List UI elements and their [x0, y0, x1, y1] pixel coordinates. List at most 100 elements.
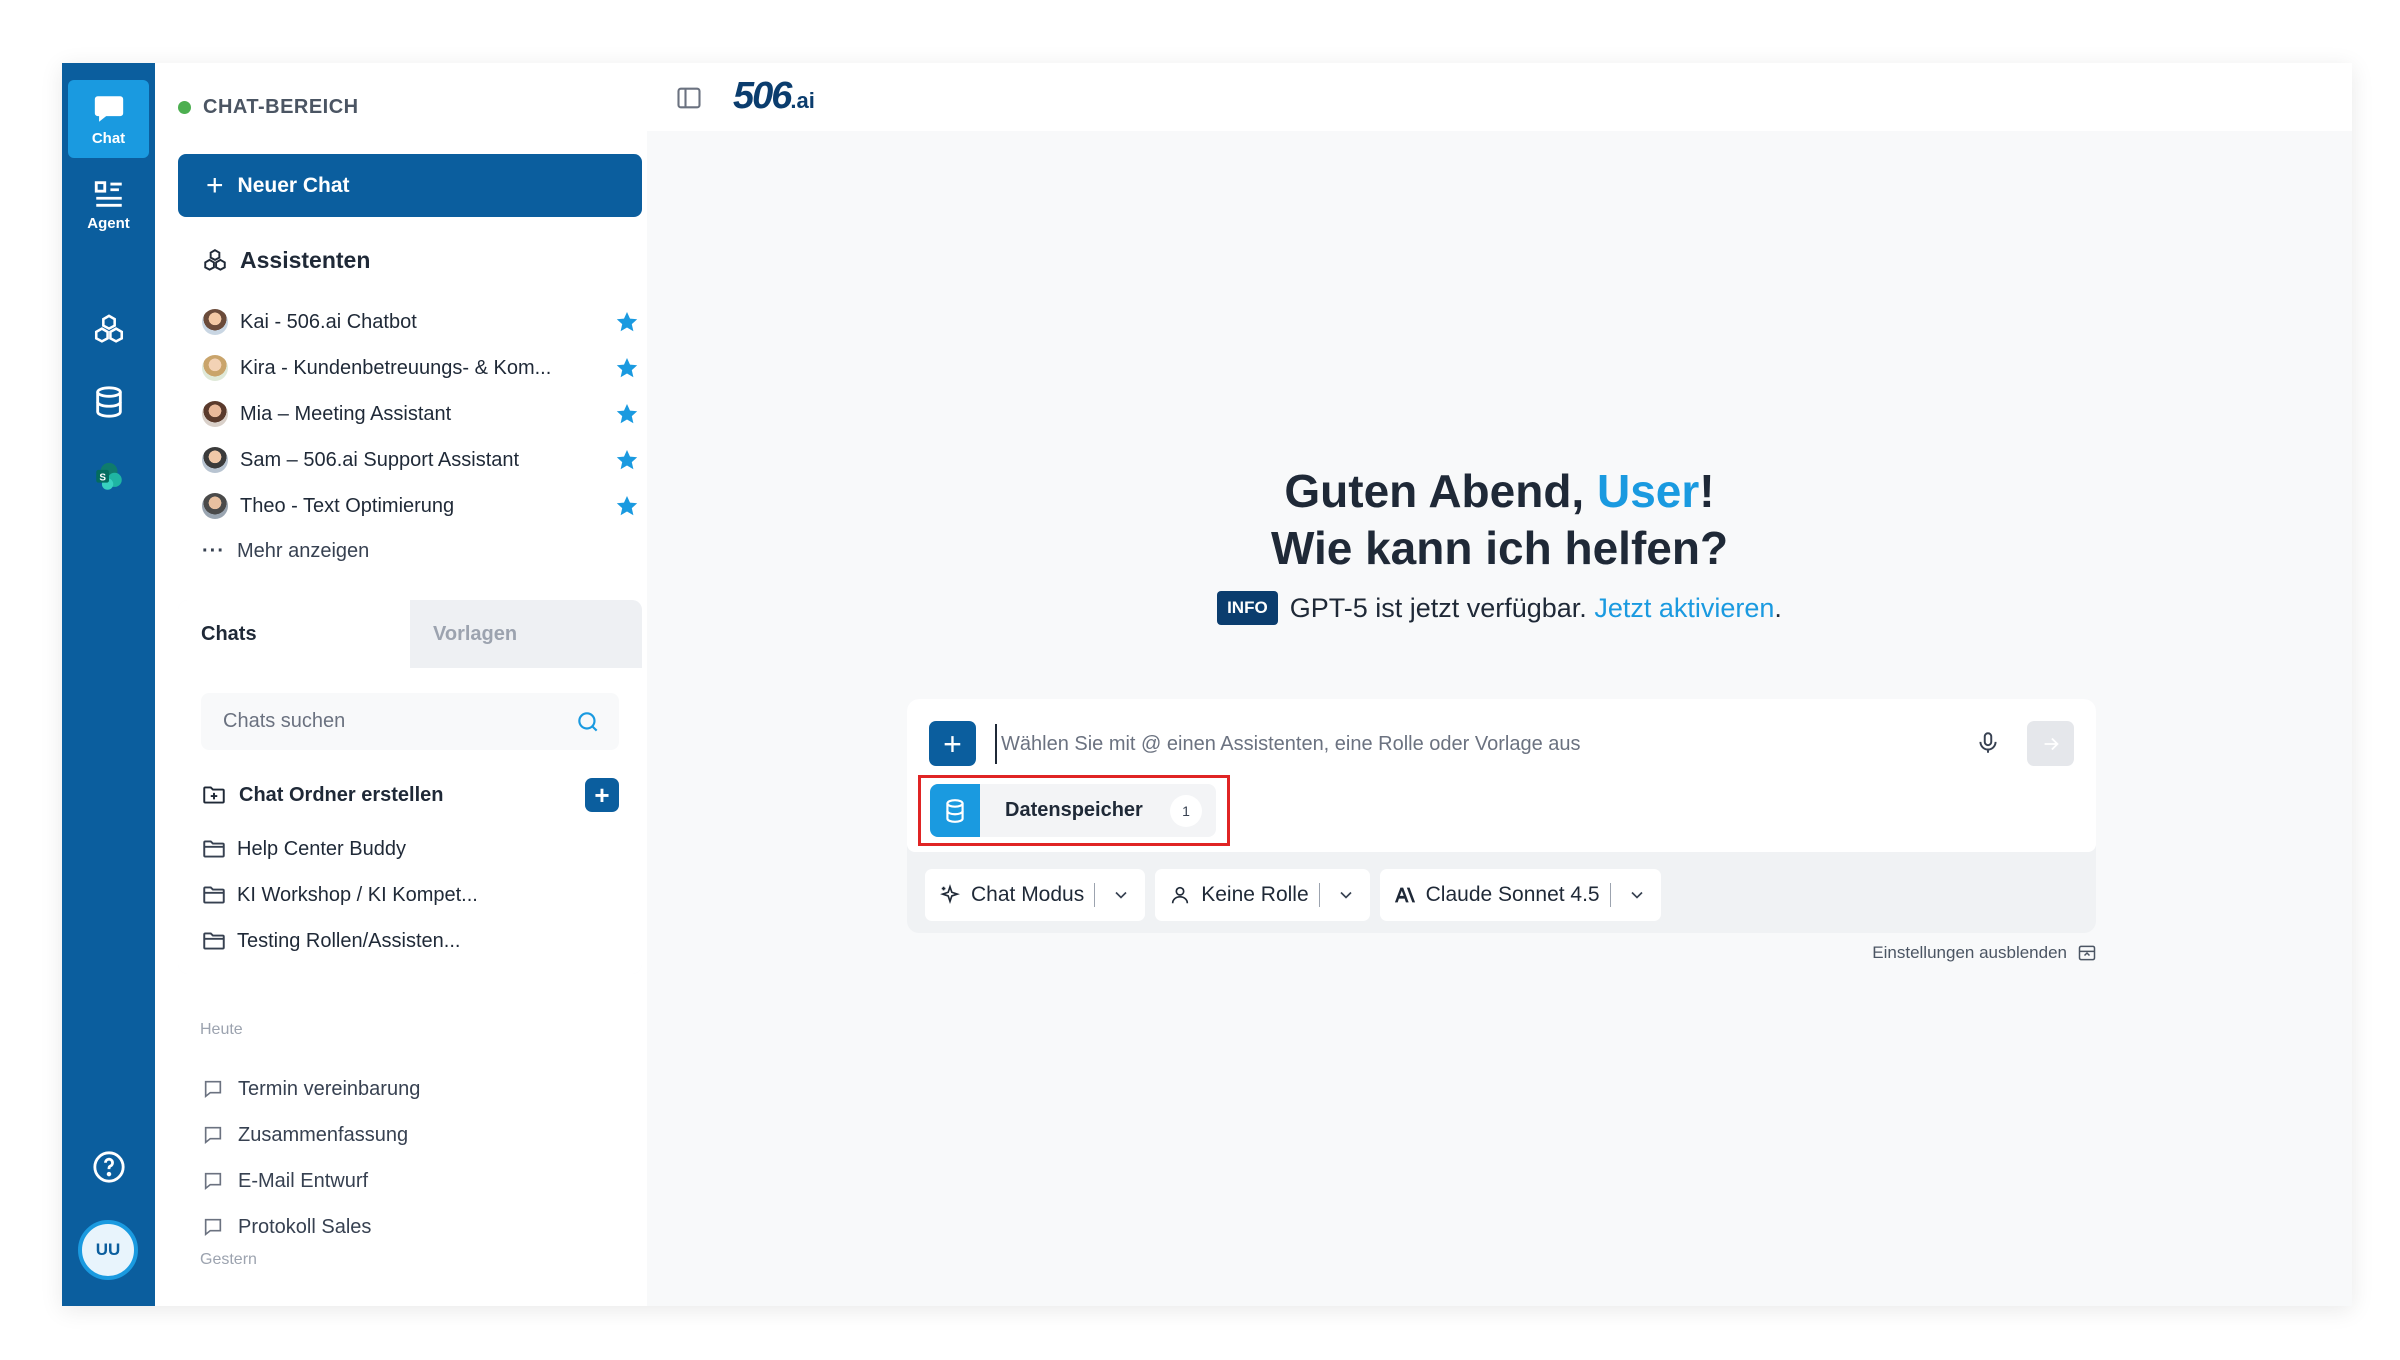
hide-settings-button[interactable]: Einstellungen ausblenden	[1868, 943, 2097, 963]
show-more-label: Mehr anzeigen	[236, 539, 370, 562]
chat-mode-label: Chat Modus	[971, 883, 1085, 906]
agent-list-icon	[94, 180, 122, 207]
tab-vorlagen[interactable]: Vorlagen	[410, 600, 642, 668]
role-select[interactable]: Keine Rolle	[1155, 869, 1370, 921]
chat-history-item[interactable]: Termin vereinbarung	[202, 1066, 622, 1112]
greeting-suffix: !	[1699, 465, 1715, 517]
star-icon[interactable]	[615, 356, 639, 380]
info-text: GPT-5 ist jetzt verfügbar. Jetzt aktivie…	[1290, 593, 1782, 624]
brand-logo: 506.ai	[733, 75, 815, 118]
greeting-prefix: Guten Abend,	[1284, 465, 1597, 517]
chat-tabs: Chats Vorlagen	[178, 600, 642, 668]
sidebar-toggle-icon[interactable]	[675, 84, 703, 112]
rail-help-button[interactable]	[68, 1128, 149, 1206]
message-icon	[204, 1126, 222, 1145]
icon-rail: Chat Agent S UU	[62, 63, 155, 1306]
search-input[interactable]	[223, 710, 575, 733]
folder-name: Testing Rollen/Assisten...	[237, 929, 461, 952]
assistant-avatar	[202, 493, 228, 519]
folder-icon	[203, 886, 225, 904]
plus-icon: +	[206, 168, 224, 202]
star-icon[interactable]	[615, 310, 639, 334]
folder-item[interactable]: Testing Rollen/Assisten...	[201, 918, 619, 964]
folder-item[interactable]: KI Workshop / KI Kompet...	[201, 872, 619, 918]
divider	[1318, 883, 1320, 907]
chat-title: Zusammenfassung	[238, 1123, 409, 1146]
assistant-item[interactable]: Kai - 506.ai Chatbot	[202, 299, 639, 345]
cubes-icon	[204, 248, 226, 271]
database-icon	[946, 798, 964, 823]
assistant-avatar	[202, 447, 228, 473]
send-button[interactable]	[2027, 721, 2074, 766]
create-folder-row: Chat Ordner erstellen +	[201, 775, 619, 815]
message-icon	[204, 1218, 222, 1237]
new-chat-button[interactable]: + Neuer Chat	[178, 154, 642, 217]
assistant-item[interactable]: Kira - Kundenbetreuungs- & Kom...	[202, 345, 639, 391]
rail-chat-button[interactable]: Chat	[68, 80, 149, 158]
assistant-list: Kai - 506.ai Chatbot Kira - Kundenbetreu…	[202, 299, 639, 573]
chat-history-item[interactable]: Protokoll Sales	[202, 1204, 622, 1250]
assistant-item[interactable]: Mia – Meeting Assistant	[202, 391, 639, 437]
attach-plus-button[interactable]: +	[929, 721, 976, 766]
assistant-name: Kai - 506.ai Chatbot	[240, 310, 417, 333]
chats-panel: Chats Vorlagen Chat Ordner erstellen + H…	[178, 600, 642, 974]
star-icon[interactable]	[615, 494, 639, 518]
message-icon	[204, 1172, 222, 1191]
search-icon[interactable]	[575, 709, 601, 735]
rail-chat-label: Chat	[91, 129, 126, 147]
top-bar: 506.ai	[647, 63, 2352, 131]
hide-settings-label: Einstellungen ausblenden	[1872, 943, 2067, 962]
datastore-label: Datenspeicher	[1005, 799, 1143, 821]
greeting-line-2: Wie kann ich helfen?	[1270, 522, 1729, 574]
chat-history-today: Termin vereinbarung Zusammenfassung E-Ma…	[202, 1066, 622, 1250]
anthropic-icon	[1394, 887, 1415, 903]
logo-main: 506	[733, 75, 792, 117]
rail-sharepoint-button[interactable]: S	[68, 438, 149, 516]
sidebar-header: CHAT-BEREICH	[178, 96, 359, 119]
chat-bubble-icon	[94, 95, 123, 122]
message-input[interactable]	[995, 724, 1955, 764]
star-icon[interactable]	[615, 402, 639, 426]
assistant-avatar	[202, 309, 228, 335]
app-window: Chat Agent S UU CHAT-BEREICH + Neuer Cha…	[62, 63, 2352, 1306]
chat-history-item[interactable]: Zusammenfassung	[202, 1112, 622, 1158]
greeting-user: User	[1597, 465, 1700, 517]
svg-text:S: S	[99, 473, 106, 484]
microphone-icon[interactable]	[1975, 730, 2001, 756]
rail-assistants-button[interactable]	[68, 291, 149, 369]
chat-mode-select[interactable]: Chat Modus	[925, 869, 1146, 921]
panel-collapse-icon	[2078, 945, 2096, 961]
rail-agent-button[interactable]: Agent	[68, 165, 149, 243]
tab-chats[interactable]: Chats	[178, 600, 410, 668]
online-status-dot	[178, 101, 191, 114]
folder-item[interactable]: Help Center Buddy	[201, 826, 619, 872]
role-label: Keine Rolle	[1201, 883, 1309, 906]
info-end: .	[1774, 592, 1782, 623]
star-icon[interactable]	[615, 448, 639, 472]
main-area: 506.ai Guten Abend, User! Wie kann ich h…	[647, 63, 2352, 1306]
assistant-item[interactable]: Theo - Text Optimierung	[202, 483, 639, 529]
rail-agent-label: Agent	[87, 214, 130, 232]
folder-name: Help Center Buddy	[237, 837, 406, 860]
show-more-button[interactable]: ··· Mehr anzeigen	[202, 529, 639, 573]
new-chat-label: Neuer Chat	[237, 173, 350, 197]
composer-input-area: + Datenspeicher 1	[907, 699, 2096, 852]
rail-database-button[interactable]	[68, 363, 149, 441]
activate-link[interactable]: Jetzt aktivieren	[1594, 593, 1774, 623]
datastore-chip[interactable]: Datenspeicher 1	[930, 784, 1216, 837]
greeting: Guten Abend, User! Wie kann ich helfen?	[647, 463, 2352, 577]
chat-history-item[interactable]: E-Mail Entwurf	[202, 1158, 622, 1204]
add-folder-button[interactable]: +	[585, 778, 619, 812]
assistant-item[interactable]: Sam – 506.ai Support Assistant	[202, 437, 639, 483]
model-select[interactable]: Claude Sonnet 4.5	[1379, 869, 1661, 921]
info-banner: INFO GPT-5 ist jetzt verfügbar. Jetzt ak…	[647, 591, 2352, 625]
divider	[1094, 883, 1096, 907]
section-today: Heute	[200, 1021, 243, 1038]
chat-title: Termin vereinbarung	[238, 1077, 421, 1100]
person-icon	[1172, 886, 1189, 904]
chat-search	[201, 693, 619, 750]
info-badge: INFO	[1217, 591, 1278, 625]
logo-suffix: .ai	[790, 88, 815, 113]
assistant-name: Mia – Meeting Assistant	[240, 402, 452, 425]
user-avatar[interactable]: UU	[78, 1220, 138, 1280]
